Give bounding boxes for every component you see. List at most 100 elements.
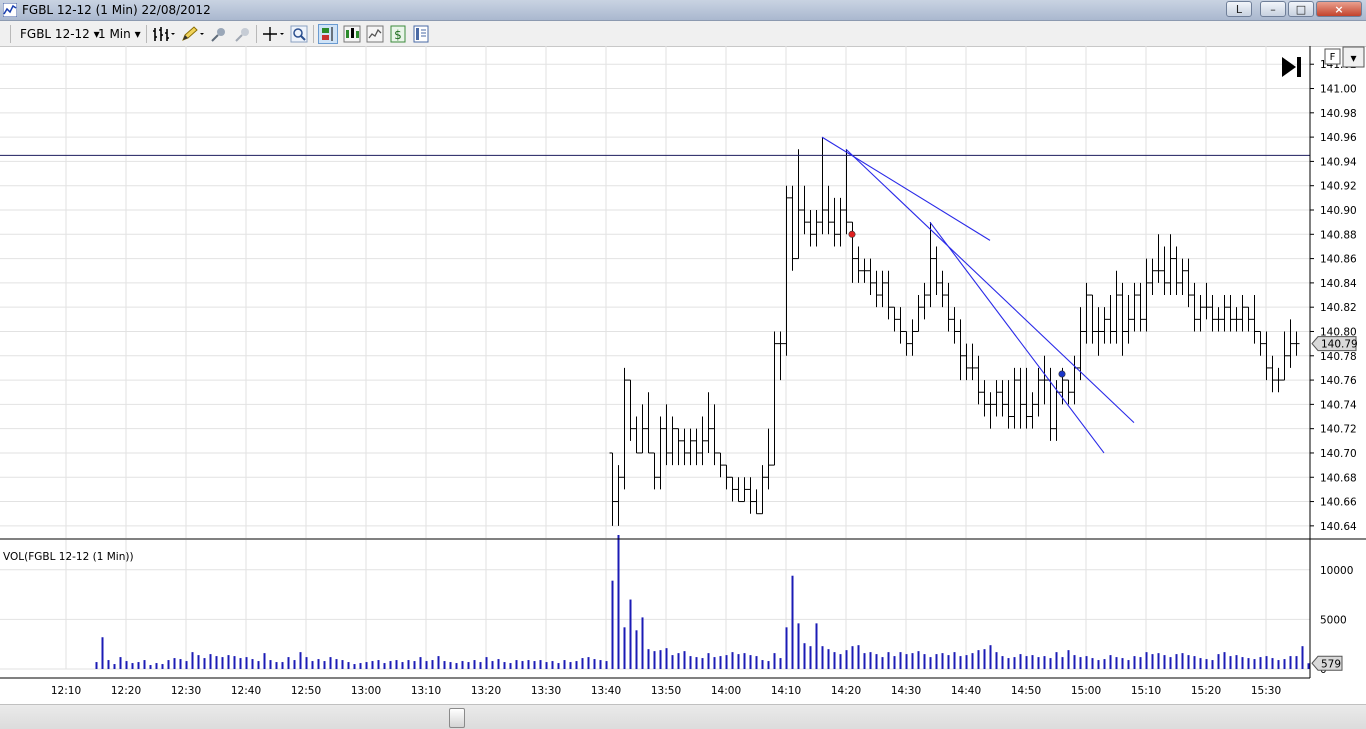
panel-dropdown-button[interactable]: ▾ xyxy=(1342,46,1365,68)
indicator-icon[interactable] xyxy=(234,25,252,43)
x-tick-label: 12:20 xyxy=(111,685,141,697)
go-to-end-icon[interactable] xyxy=(1282,57,1301,77)
price-bar xyxy=(765,428,772,490)
price-bar xyxy=(933,246,940,296)
price-bar xyxy=(1293,331,1300,356)
instrument-selector[interactable]: FGBL 12-12 ▾ xyxy=(20,27,100,41)
chart-area[interactable]: 12:10 12:20 12:30 12:40 12:50 13:00 13:10 13:20… xyxy=(0,46,1366,704)
x-tick-label: 14:30 xyxy=(891,685,921,697)
scrollbar-thumb[interactable] xyxy=(449,708,465,728)
interval-selector[interactable]: 1 Min ▾ xyxy=(98,27,141,41)
chart-style-icon[interactable] xyxy=(366,25,384,43)
x-tick-label: 14:20 xyxy=(831,685,861,697)
price-bar xyxy=(1179,258,1186,296)
data-box-icon[interactable] xyxy=(343,25,361,43)
price-bar xyxy=(939,270,946,308)
price-bar xyxy=(921,282,928,320)
price-bar xyxy=(693,428,700,466)
price-bar xyxy=(669,416,676,466)
price-bar xyxy=(1011,367,1018,429)
maximize-button[interactable]: □ xyxy=(1288,1,1314,17)
price-bar xyxy=(1203,282,1210,320)
execution-marker xyxy=(848,230,856,238)
price-bar xyxy=(843,149,850,235)
chart-trader-icon[interactable] xyxy=(318,24,338,44)
price-bar xyxy=(741,477,748,503)
price-bar xyxy=(1209,295,1216,332)
price-bar xyxy=(795,149,802,260)
volume-series xyxy=(95,535,1310,669)
strategy-icon[interactable] xyxy=(210,25,228,43)
y-tick-label: 140.84 xyxy=(1320,278,1357,290)
price-bar xyxy=(711,404,718,466)
price-bar xyxy=(747,477,754,514)
price-bar xyxy=(681,428,688,466)
price-bar xyxy=(717,452,724,478)
price-bar xyxy=(981,380,988,417)
price-bar xyxy=(1227,295,1234,332)
price-bar xyxy=(813,210,820,247)
minimize-button[interactable]: – xyxy=(1260,1,1286,17)
y-tick-label: 140.70 xyxy=(1320,448,1357,460)
price-bar xyxy=(645,392,652,454)
y-tick-label: 140.90 xyxy=(1320,205,1357,217)
drawing-objects xyxy=(0,136,1310,454)
window-title: FGBL 12-12 (1 Min) 22/08/2012 xyxy=(22,3,211,17)
trend-line xyxy=(845,148,1135,423)
price-bar xyxy=(1245,306,1252,332)
instrument-label: FGBL 12-12 xyxy=(20,27,90,41)
l-button[interactable]: L xyxy=(1226,1,1252,17)
x-tick-label: 13:30 xyxy=(531,685,561,697)
price-bar xyxy=(1233,307,1240,332)
y-tick-label: 140.92 xyxy=(1320,181,1357,193)
zoom-icon[interactable] xyxy=(290,25,308,43)
properties-icon[interactable] xyxy=(412,25,430,43)
price-bar xyxy=(837,197,844,247)
pencil-draw-icon[interactable] xyxy=(180,25,206,43)
price-bar xyxy=(1287,319,1294,368)
price-bar xyxy=(615,465,622,526)
price-bar xyxy=(1041,355,1048,405)
price-bar xyxy=(831,197,838,247)
price-bar xyxy=(663,404,670,466)
x-tick-label: 15:10 xyxy=(1131,685,1161,697)
toolbar-separator xyxy=(10,25,11,43)
price-bar xyxy=(999,380,1006,417)
price-bar xyxy=(783,185,790,356)
price-bar xyxy=(867,258,874,296)
x-tick-label: 14:50 xyxy=(1011,685,1041,697)
y-tick-label: 141.00 xyxy=(1320,84,1357,96)
last-volume-label: 579 xyxy=(1321,658,1341,670)
price-bar xyxy=(699,416,706,466)
grid-lines xyxy=(0,46,1310,670)
toolbar-separator xyxy=(256,25,257,43)
price-bar xyxy=(1029,392,1036,429)
bar-style-icon[interactable] xyxy=(152,25,176,43)
price-bar xyxy=(1161,246,1168,296)
price-bar xyxy=(903,330,910,356)
price-bar xyxy=(807,210,814,247)
x-tick-label: 15:30 xyxy=(1251,685,1281,697)
price-bar xyxy=(1101,307,1108,344)
price-bar xyxy=(1167,234,1174,296)
price-bar xyxy=(735,477,742,503)
y-tick-label: 140.98 xyxy=(1320,108,1357,120)
f-button[interactable]: F xyxy=(1324,48,1341,65)
price-bar xyxy=(951,307,958,344)
axes: 12:10 12:20 12:30 12:40 12:50 13:00 13:10 13:20… xyxy=(0,46,1366,697)
price-bar xyxy=(609,452,616,526)
x-tick-label: 12:50 xyxy=(291,685,321,697)
price-bar xyxy=(1083,282,1090,344)
dollar-icon[interactable]: $ xyxy=(389,25,407,43)
close-button[interactable]: × xyxy=(1316,1,1362,17)
y-tick-label: 140.64 xyxy=(1320,521,1357,533)
price-bar xyxy=(861,258,868,283)
volume-tick-label: 5000 xyxy=(1320,614,1347,626)
y-tick-label: 140.72 xyxy=(1320,424,1357,436)
price-bar xyxy=(675,428,682,466)
y-tick-label: 140.76 xyxy=(1320,375,1357,387)
price-bar xyxy=(915,295,922,332)
price-bar xyxy=(1215,307,1222,332)
crosshair-icon[interactable] xyxy=(261,25,287,43)
horizontal-scrollbar[interactable] xyxy=(0,704,1366,729)
